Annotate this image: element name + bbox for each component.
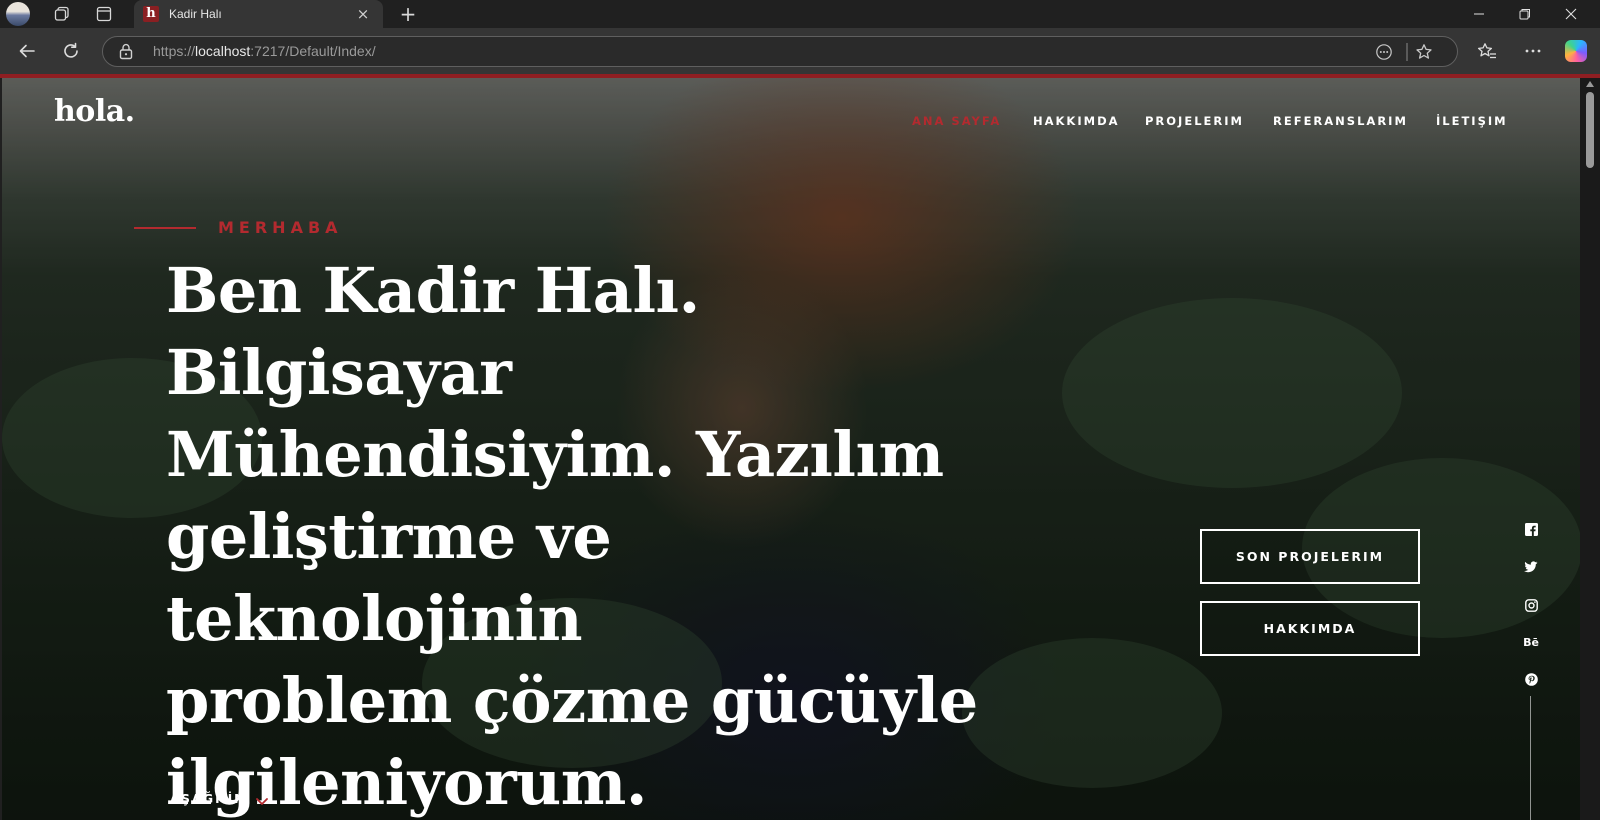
tab-favicon: h: [143, 6, 159, 22]
restore-button[interactable]: [1502, 0, 1548, 28]
hero-headline: Ben Kadir Halı. Bilgisayar Mühendisiyim.…: [166, 250, 1026, 820]
page-scrollbar[interactable]: [1580, 78, 1600, 820]
copilot-icon[interactable]: [1564, 39, 1588, 63]
eyebrow-text: MERHABA: [218, 218, 343, 237]
new-tab-button[interactable]: +: [396, 3, 420, 25]
url-path: :7217/Default/Index/: [250, 43, 376, 59]
behance-icon[interactable]: Bē: [1522, 633, 1540, 651]
instagram-icon[interactable]: [1522, 596, 1540, 614]
chevron-down-icon: [256, 795, 269, 805]
headline-line: Mühendisiyim. Yazılım: [166, 418, 944, 491]
twitter-icon[interactable]: [1522, 558, 1540, 576]
pinterest-icon[interactable]: [1522, 670, 1540, 688]
tab-actions-icon[interactable]: [90, 3, 118, 25]
headline-line: geliştirme ve teknolojinin: [166, 500, 612, 655]
browser-toolbar: https://localhost:7217/Default/Index/: [0, 28, 1600, 74]
nav-item-references[interactable]: REFERANSLARIM: [1273, 114, 1408, 128]
page-viewport: hola. ANA SAYFA HAKKIMDA PROJELERIM REFE…: [0, 74, 1600, 820]
scrollbar-thumb[interactable]: [1586, 92, 1594, 168]
headline-line: Ben Kadir Halı. Bilgisayar: [166, 254, 700, 409]
tab-title: Kadir Halı: [169, 7, 222, 21]
refresh-button[interactable]: [58, 38, 84, 64]
tab-close-button[interactable]: ×: [351, 5, 375, 23]
address-url: https://localhost:7217/Default/Index/: [153, 43, 376, 59]
lock-icon[interactable]: [119, 43, 135, 61]
social-divider-line: [1530, 696, 1531, 820]
scroll-down-link[interactable]: AŞAĞI İN: [170, 792, 269, 806]
workspaces-icon[interactable]: [48, 3, 76, 25]
close-window-button[interactable]: [1548, 0, 1594, 28]
headline-line: ilgileniyorum.: [166, 746, 647, 819]
recent-projects-button[interactable]: SON PROJELERIM: [1200, 529, 1420, 584]
back-button[interactable]: [14, 38, 40, 64]
address-divider: [1406, 43, 1408, 61]
favorites-icon[interactable]: [1475, 39, 1499, 63]
nav-item-about[interactable]: HAKKIMDA: [1033, 114, 1120, 128]
address-bar[interactable]: https://localhost:7217/Default/Index/: [102, 36, 1458, 67]
url-host: localhost: [195, 43, 251, 59]
site-logo[interactable]: hola.: [54, 94, 135, 129]
profile-avatar[interactable]: [6, 2, 30, 26]
about-button[interactable]: HAKKIMDA: [1200, 601, 1420, 656]
settings-more-icon[interactable]: [1521, 39, 1545, 63]
hero-section: hola. ANA SAYFA HAKKIMDA PROJELERIM REFE…: [2, 78, 1580, 820]
nav-item-projects[interactable]: PROJELERIM: [1145, 114, 1244, 128]
minimize-button[interactable]: [1456, 0, 1502, 28]
headline-line: problem çözme gücüyle: [166, 664, 978, 737]
scroll-up-arrow-icon[interactable]: [1585, 80, 1595, 90]
scroll-down-label: AŞAĞI İN: [170, 792, 247, 806]
eyebrow-line: [134, 227, 196, 229]
browser-tab-active[interactable]: h Kadir Halı ×: [134, 0, 383, 28]
nav-item-home[interactable]: ANA SAYFA: [912, 114, 1001, 128]
more-page-options-icon[interactable]: [1373, 42, 1395, 62]
nav-item-contact[interactable]: İLETIŞIM: [1436, 114, 1508, 128]
facebook-icon[interactable]: [1522, 520, 1540, 538]
url-prefix: https://: [153, 43, 196, 59]
favorite-star-icon[interactable]: [1413, 42, 1435, 62]
browser-tab-bar: h Kadir Halı × +: [0, 0, 1600, 28]
